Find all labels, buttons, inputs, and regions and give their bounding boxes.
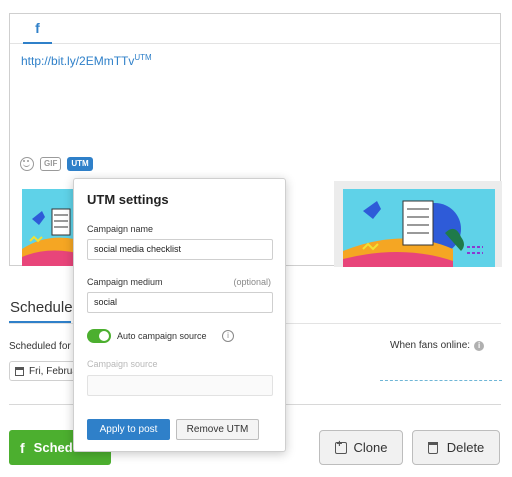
trash-icon xyxy=(427,441,438,454)
info-icon[interactable]: i xyxy=(474,340,485,351)
delete-button-label: Delete xyxy=(446,440,485,455)
image-preview-right[interactable] xyxy=(334,181,502,267)
composer-toolbar: GIF UTM xyxy=(20,157,93,171)
facebook-icon: f xyxy=(35,20,40,36)
remove-utm-button[interactable]: Remove UTM xyxy=(176,419,259,440)
popup-title: UTM settings xyxy=(87,192,169,207)
clone-button[interactable]: Clone xyxy=(319,430,403,465)
smiley-icon[interactable] xyxy=(20,157,34,171)
facebook-icon: f xyxy=(20,439,25,456)
tab-facebook[interactable]: f xyxy=(23,14,52,44)
image-preview-right-art xyxy=(343,189,495,267)
date-picker[interactable]: Fri, February xyxy=(9,361,79,381)
fans-online-graph xyxy=(380,380,502,381)
apply-to-post-button[interactable]: Apply to post xyxy=(87,419,170,440)
utm-button[interactable]: UTM xyxy=(67,157,93,171)
post-link[interactable]: http://bit.ly/2EMmTTv xyxy=(21,54,134,68)
campaign-source-input xyxy=(87,375,273,396)
network-tabbar: f xyxy=(10,14,500,44)
fans-online-label: When fans online: xyxy=(390,340,471,351)
tab-schedule[interactable]: Schedule xyxy=(10,299,73,316)
date-value: Fri, February xyxy=(29,365,78,377)
optional-label: (optional) xyxy=(233,277,271,287)
campaign-source-label: Campaign source xyxy=(87,359,158,369)
scheduled-for-label: Scheduled for xyxy=(9,341,71,352)
info-icon[interactable]: i xyxy=(222,330,234,342)
auto-source-toggle[interactable] xyxy=(87,329,111,343)
campaign-name-label: Campaign name xyxy=(87,224,154,234)
auto-source-label: Auto campaign source xyxy=(117,331,207,341)
fans-online: When fans online: i xyxy=(390,340,485,351)
campaign-name-input[interactable]: social media checklist xyxy=(87,239,273,260)
toggle-knob xyxy=(99,331,109,341)
calendar-icon xyxy=(15,366,24,376)
post-text[interactable]: http://bit.ly/2EMmTTvUTM xyxy=(21,53,152,68)
utm-settings-popup: UTM settings Campaign name social media … xyxy=(73,178,286,452)
gif-button[interactable]: GIF xyxy=(40,157,62,171)
campaign-medium-input[interactable]: social xyxy=(87,292,273,313)
post-editor: f http://bit.ly/2EMmTTvUTM GIF UTM Sched… xyxy=(0,0,512,477)
campaign-medium-label: Campaign medium xyxy=(87,277,163,287)
clone-button-label: Clone xyxy=(353,440,388,455)
clone-icon xyxy=(334,439,347,454)
utm-superscript: UTM xyxy=(134,53,152,62)
delete-button[interactable]: Delete xyxy=(412,430,500,465)
